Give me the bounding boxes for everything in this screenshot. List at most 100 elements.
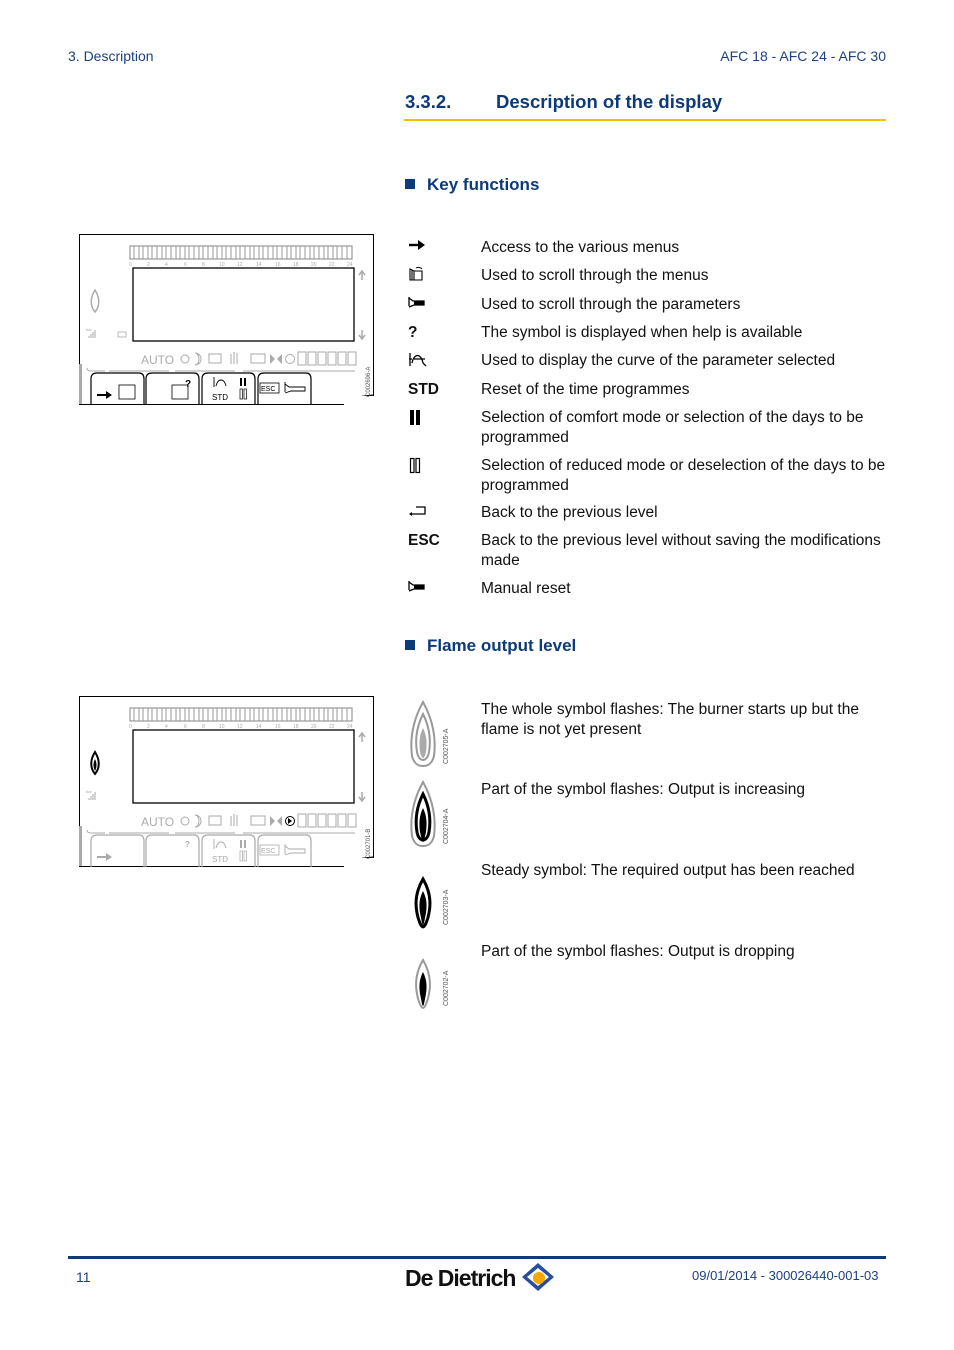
key-function-text: Used to scroll through the parameters	[481, 296, 741, 313]
holiday-icon	[208, 353, 222, 364]
document-reference: 09/01/2014 - 300026440-001-03	[692, 1268, 879, 1283]
flame-description: Steady symbol: The required output has b…	[481, 862, 855, 879]
tick-label: 20	[311, 724, 317, 730]
panel-edge	[79, 364, 82, 404]
hour-bar	[129, 245, 353, 260]
flame-description: Part of the symbol flashes: Output is dr…	[481, 943, 795, 960]
tick-label: 0	[129, 262, 132, 268]
section-underline	[404, 119, 886, 121]
flame-row: C002703-A Steady symbol: The required ou…	[408, 861, 886, 931]
flame-steady-icon: C002703-A	[414, 876, 450, 929]
tick-label: 2	[147, 724, 150, 730]
control-panel-diagram-2: 0 2 4 6 8 10 12 14 16 18 20 22 24 bar AU…	[79, 696, 374, 867]
moon-icon	[194, 352, 202, 366]
tick-label: 12	[237, 724, 243, 730]
horn-icon	[284, 382, 306, 394]
control-panel-diagram-1: 0 2 4 6 8 10 12 14 16 18 20 22 24 bar AU…	[79, 234, 374, 405]
tick-label: 18	[293, 724, 299, 730]
key-functions-title: Key functions	[427, 175, 540, 194]
bars-filled-icon	[408, 408, 468, 432]
flame-row: C002705-A The whole symbol flashes: The …	[408, 700, 886, 770]
flame-increasing-icon: C002704-A	[410, 780, 450, 848]
footer-rule	[68, 1256, 886, 1259]
esc-key-label: ESC	[261, 386, 275, 393]
page-number: 11	[76, 1269, 91, 1285]
tick-label: 6	[184, 724, 187, 730]
tick-label: 0	[129, 724, 132, 730]
key-functions-heading: Key functions	[405, 175, 539, 195]
hour-bar	[129, 707, 353, 722]
tick-label: 24	[347, 262, 353, 268]
flame-row: C002704-A Part of the symbol flashes: Ou…	[408, 780, 886, 850]
section-title: Description of the display	[496, 91, 723, 112]
tick-label: 2	[147, 262, 150, 268]
figure-code: C002705-A	[443, 728, 450, 764]
panel-graphic: 0 2 4 6 8 10 12 14 16 18 20 22 24 bar AU…	[79, 707, 374, 867]
menu-scroll-book-icon	[408, 266, 468, 288]
brand-logo: De Dietrich	[405, 1262, 555, 1292]
tick-label: 24	[347, 724, 353, 730]
panel-edge	[79, 826, 82, 866]
flame-description: The whole symbol flashes: The burner sta…	[481, 701, 859, 738]
section-number: 3.3.2.	[405, 91, 452, 112]
tick-label: 14	[256, 724, 262, 730]
auto-mode-label: AUTO	[141, 353, 174, 367]
tick-label: 14	[256, 262, 262, 268]
tick-label: 16	[275, 262, 281, 268]
tick-label: 12	[237, 262, 243, 268]
dhw-icon	[117, 331, 127, 338]
key-function-text: Back to the previous level	[481, 504, 658, 521]
tick-label: 10	[219, 724, 225, 730]
manual-hand-icon	[230, 352, 238, 364]
tick-label: 18	[293, 262, 299, 268]
key-function-text: The symbol is displayed when help is ava…	[481, 324, 803, 341]
flame-output-heading: Flame output level	[405, 636, 576, 656]
flame-icon	[90, 288, 100, 314]
key-function-text: Reset of the time programmes	[481, 381, 690, 398]
figure-code: C002702-A	[443, 970, 450, 1006]
key-function-text: Used to display the curve of the paramet…	[481, 352, 836, 369]
esc-label: ESC	[408, 532, 440, 549]
up-arrow-icon	[358, 269, 366, 280]
horn-icon	[284, 844, 306, 856]
key-function-text: Selection of reduced mode or deselection…	[481, 457, 886, 494]
tick-label: 22	[329, 724, 335, 730]
bullet-square-icon	[405, 640, 415, 650]
tick-label: 4	[165, 262, 168, 268]
help-icon: ?	[185, 840, 190, 849]
figure-code: C002701-B	[366, 829, 372, 859]
key-outlines	[90, 834, 312, 867]
tick-label: 4	[165, 724, 168, 730]
down-arrow-icon	[358, 792, 366, 803]
moon-icon	[194, 814, 202, 828]
sun-icon	[180, 816, 190, 826]
tap-icon	[250, 815, 266, 826]
bar-label: bar	[86, 789, 92, 794]
figure-code: C002696-A	[366, 367, 372, 397]
std-key-label: STD	[212, 393, 228, 402]
key-function-text: Selection of comfort mode or selection o…	[481, 409, 864, 446]
key-function-text: Back to the previous level without savin…	[481, 532, 881, 569]
return-icon	[408, 503, 468, 523]
manual-hand-icon	[230, 814, 238, 826]
tick-label: 8	[202, 724, 205, 730]
figure-code: C002704-A	[443, 808, 450, 844]
up-arrow-icon	[358, 731, 366, 742]
std-key-label: STD	[212, 855, 228, 864]
key-function-text: Used to scroll through the menus	[481, 267, 709, 284]
running-header-models: AFC 18 - AFC 24 - AFC 30	[720, 48, 886, 64]
menu-scroll-book-icon	[118, 384, 136, 400]
question-icon: ?	[408, 324, 418, 341]
arrow-right-icon	[408, 238, 468, 258]
brand-diamond-icon	[521, 1263, 554, 1291]
figure-code: C002703-A	[443, 889, 450, 925]
lcd-screen	[132, 729, 355, 804]
sun-icon	[180, 354, 190, 364]
hour-ticks: 0 2 4 6 8 10 12 14 16 18 20 22 24	[129, 262, 353, 268]
std-label: STD	[408, 381, 439, 398]
panel-graphic: 0 2 4 6 8 10 12 14 16 18 20 22 24 bar AU…	[79, 245, 374, 405]
flame-dropping-icon: C002702-A	[415, 958, 450, 1010]
bars-outline-icon	[408, 456, 468, 480]
down-arrow-icon	[358, 330, 366, 341]
hour-ticks: 0 2 4 6 8 10 12 14 16 18 20 22 24	[129, 724, 353, 730]
